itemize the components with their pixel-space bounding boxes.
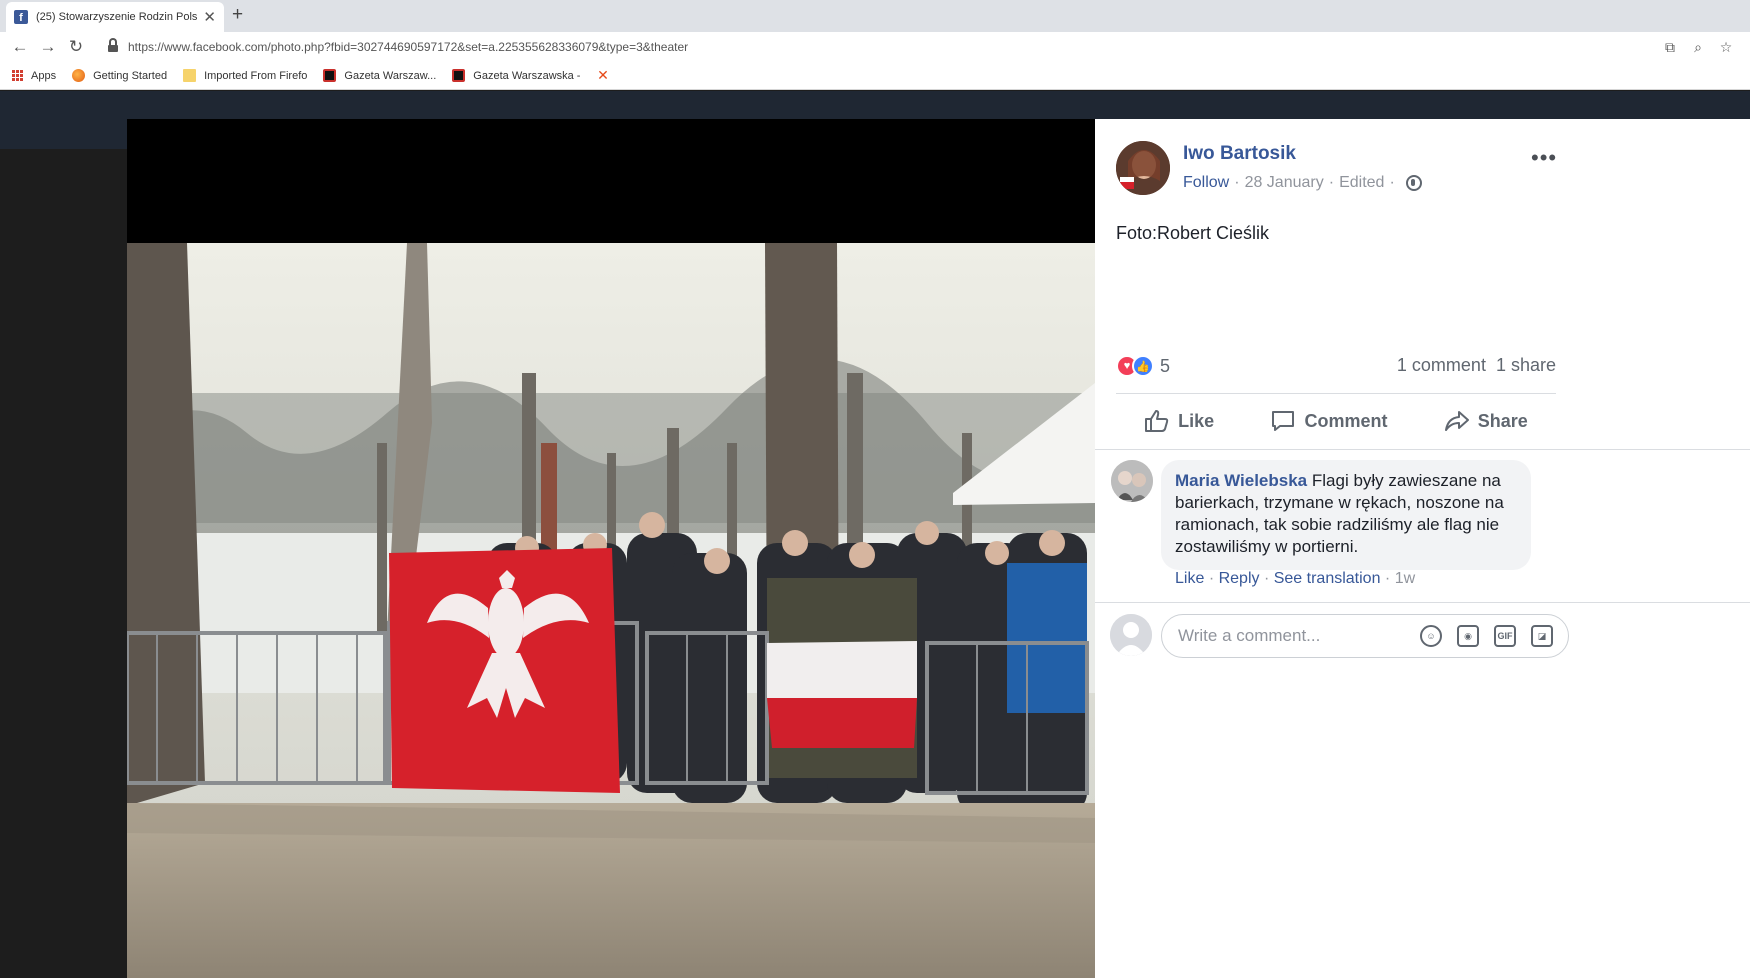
- separator-dot: ·: [1234, 174, 1240, 191]
- bookmark-label: Apps: [31, 69, 57, 82]
- folder-icon: [183, 69, 197, 82]
- comment-age[interactable]: 1w: [1395, 570, 1415, 587]
- separator-dot: ·: [1389, 174, 1395, 191]
- commenter-name[interactable]: Maria Wielebska: [1175, 471, 1307, 490]
- url-text[interactable]: https://www.facebook.com/photo.php?fbid=…: [128, 40, 1656, 54]
- new-tab-icon[interactable]: +: [232, 4, 243, 26]
- edited-label[interactable]: Edited: [1339, 174, 1384, 192]
- gazeta-icon: [452, 69, 466, 82]
- post-panel: Iwo Bartosik Follow · 28 January · Edite…: [1095, 119, 1750, 978]
- post-stats: 1 comment 1 share: [1397, 355, 1556, 376]
- post-actions: Like Comment Share: [1116, 394, 1556, 448]
- comment-like-link[interactable]: Like: [1175, 570, 1204, 587]
- comment-label: Comment: [1304, 410, 1388, 431]
- globe-icon[interactable]: [1405, 175, 1422, 191]
- sticker-icon[interactable]: ◪: [1531, 625, 1553, 647]
- comment-reply-link[interactable]: Reply: [1219, 570, 1260, 587]
- comment-input[interactable]: [1178, 626, 1420, 646]
- translate-icon[interactable]: ⧉: [1656, 39, 1684, 56]
- back-icon[interactable]: ←: [6, 37, 34, 57]
- browser-navbar: ← → ↻ https://www.facebook.com/photo.php…: [0, 32, 1750, 62]
- emoji-icon[interactable]: ☺: [1420, 625, 1442, 647]
- bookmark-label: Gazeta Warszaw...: [344, 69, 437, 82]
- post-author[interactable]: Iwo Bartosik: [1183, 143, 1296, 165]
- firefox-icon: [72, 69, 86, 82]
- reactions-summary[interactable]: ♥ 👍 5: [1116, 355, 1170, 377]
- close-tab-icon[interactable]: ✕: [203, 8, 216, 26]
- commenter-avatar[interactable]: [1111, 460, 1153, 502]
- bookmark-getting-started[interactable]: Getting Started: [72, 69, 167, 82]
- gif-icon[interactable]: GIF: [1494, 625, 1516, 647]
- like-label: Like: [1178, 410, 1215, 431]
- thumbs-up-icon: [1145, 410, 1169, 432]
- tab-title: (25) Stowarzyszenie Rodzin Polsk: [36, 11, 198, 23]
- separator-dot: ·: [1208, 570, 1219, 587]
- comment-actions: Like · Reply · See translation · 1w: [1175, 570, 1415, 588]
- see-translation-link[interactable]: See translation: [1274, 570, 1381, 587]
- bookmark-star-icon[interactable]: ☆: [1712, 39, 1740, 56]
- divider: [1095, 449, 1750, 450]
- comment-bubble: Maria Wielebska Flagi były zawieszane na…: [1161, 460, 1531, 570]
- comment-composer: ☺ ◉ GIF ◪: [1095, 602, 1750, 668]
- forward-icon[interactable]: →: [34, 37, 62, 57]
- browser-tabstrip: f (25) Stowarzyszenie Rodzin Polsk ✕ +: [0, 0, 1750, 32]
- address-bar[interactable]: https://www.facebook.com/photo.php?fbid=…: [100, 35, 1740, 59]
- like-reaction-icon: 👍: [1132, 355, 1154, 377]
- reaction-count: 5: [1160, 355, 1171, 376]
- more-options-icon[interactable]: •••: [1531, 145, 1557, 171]
- comments-count[interactable]: 1 comment: [1397, 355, 1486, 376]
- bookmark-extra[interactable]: ✕: [596, 67, 617, 83]
- post-caption: Foto:Robert Cieślik: [1116, 223, 1270, 243]
- browser-tab[interactable]: f (25) Stowarzyszenie Rodzin Polsk ✕: [6, 2, 224, 32]
- zoom-icon[interactable]: ⌕: [1684, 39, 1712, 56]
- share-label: Share: [1477, 410, 1528, 431]
- separator-dot: ·: [1328, 174, 1335, 191]
- comment-button[interactable]: Comment: [1270, 409, 1387, 433]
- photo-stage: [127, 119, 1095, 978]
- shares-count[interactable]: 1 share: [1496, 355, 1556, 376]
- facebook-left-dimmed: [0, 149, 128, 978]
- bookmark-apps[interactable]: Apps: [12, 70, 56, 82]
- bookmark-label: Getting Started: [93, 69, 168, 82]
- like-button[interactable]: Like: [1144, 409, 1214, 433]
- follow-link[interactable]: Follow: [1183, 174, 1229, 192]
- bookmarks-bar: Apps Getting Started Imported From Firef…: [0, 62, 1750, 90]
- apps-grid-icon: [12, 70, 23, 81]
- bookmark-gazeta-2[interactable]: Gazeta Warszawska -: [452, 69, 580, 82]
- bookmark-gazeta-1[interactable]: Gazeta Warszaw...: [323, 69, 436, 82]
- post-meta: Follow · 28 January · Edited ·: [1183, 174, 1422, 192]
- author-avatar[interactable]: [1116, 141, 1170, 195]
- share-button[interactable]: Share: [1444, 409, 1528, 433]
- reload-icon[interactable]: ↻: [62, 37, 90, 57]
- user-avatar: [1110, 614, 1152, 656]
- bookmark-imported[interactable]: Imported From Firefo: [183, 69, 307, 82]
- separator-dot: ·: [1263, 570, 1274, 587]
- joomla-icon: ✕: [597, 67, 609, 83]
- facebook-favicon-icon: f: [14, 10, 28, 24]
- gazeta-icon: [323, 69, 337, 82]
- bookmark-label: Imported From Firefo: [204, 69, 308, 82]
- share-arrow-icon: [1444, 411, 1469, 431]
- lock-icon: [108, 38, 118, 52]
- camera-icon[interactable]: ◉: [1457, 625, 1479, 647]
- post-date[interactable]: 28 January: [1245, 174, 1324, 192]
- photo-image[interactable]: [127, 243, 1095, 978]
- bookmark-label: Gazeta Warszawska -: [473, 69, 581, 82]
- separator-dot: ·: [1384, 570, 1395, 587]
- comment-input-box[interactable]: ☺ ◉ GIF ◪: [1161, 614, 1569, 658]
- comment-bubble-icon: [1272, 411, 1295, 431]
